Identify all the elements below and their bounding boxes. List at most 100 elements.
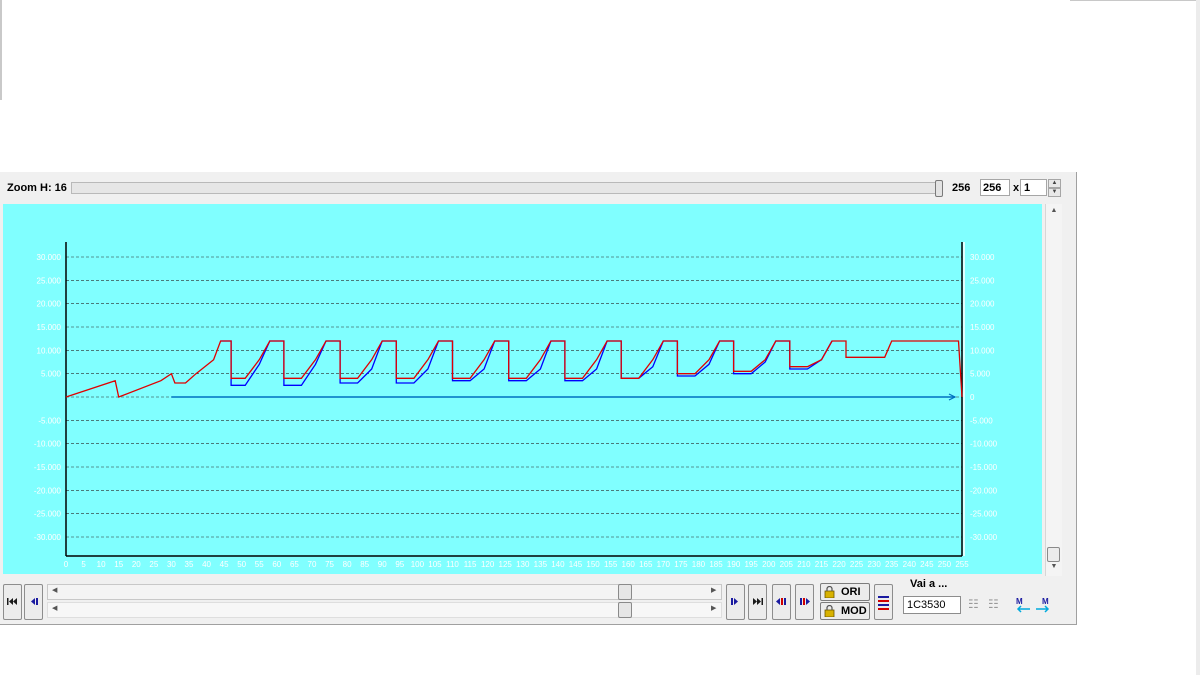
left-edge	[0, 0, 2, 100]
x-tick-label: 145	[569, 560, 583, 569]
x-tick-label: 110	[446, 560, 459, 569]
y-tick-label-right: 10.000	[970, 346, 995, 355]
scroll-up-icon[interactable]: ▲	[1046, 204, 1062, 218]
x-tick-label: 220	[832, 560, 846, 569]
address-scroll-thumb[interactable]	[618, 584, 632, 600]
x-tick-label: 0	[64, 560, 69, 569]
y-tick-label-left: -10.000	[34, 440, 62, 449]
x-tick-label: 5	[81, 560, 86, 569]
spin-up-icon[interactable]: ▲	[1048, 179, 1061, 188]
x-tick-label: 70	[308, 560, 317, 569]
x-tick-label: 100	[411, 560, 425, 569]
x-tick-label: 20	[132, 560, 141, 569]
zoom-label: Zoom H: 16	[7, 182, 67, 194]
x-tick-label: 130	[516, 560, 530, 569]
x-tick-label: 135	[534, 560, 548, 569]
y-tick-label-right: -25.000	[970, 510, 998, 519]
scroll-right-icon[interactable]: ▶	[711, 586, 716, 594]
marker-right-icon[interactable]: M	[1034, 596, 1052, 614]
y-tick-label-left: -30.000	[34, 533, 62, 542]
y-tick-label-left: -25.000	[34, 510, 62, 519]
address-scroll-thumb-2[interactable]	[618, 602, 632, 618]
step-back-icon	[31, 598, 38, 605]
first-button[interactable]	[3, 584, 22, 620]
goto-address-input[interactable]	[903, 596, 961, 614]
x-tick-label: 185	[709, 560, 723, 569]
x-tick-label: 10	[97, 560, 106, 569]
right-edge	[1196, 0, 1200, 675]
previous-difference-button[interactable]	[772, 584, 791, 620]
svg-text:M: M	[1042, 597, 1049, 606]
x-tick-label: 200	[762, 560, 776, 569]
x-tick-label: 140	[551, 560, 565, 569]
scroll-left-icon-2[interactable]: ◀	[52, 604, 57, 612]
swap-button[interactable]	[874, 584, 893, 620]
x-tick-label: 55	[255, 560, 264, 569]
x-tick-label: 195	[744, 560, 758, 569]
x-tick-label: 235	[885, 560, 899, 569]
y-tick-label-left: -20.000	[34, 486, 62, 495]
x-tick-label: 15	[114, 560, 123, 569]
x-tick-label: 225	[850, 560, 864, 569]
x-tick-label: 115	[464, 560, 477, 569]
next-button[interactable]	[726, 584, 745, 620]
y-tick-label-left: -15.000	[34, 463, 62, 472]
zoom-multiplier-spinner[interactable]: ▲ ▼	[1048, 179, 1061, 197]
zoom-multiplier-input[interactable]	[1020, 179, 1047, 196]
scroll-down-icon[interactable]: ▼	[1046, 560, 1062, 574]
navigation-bar: ◀ ▶ ◀ ▶ ORI MOD Vai a ... 1C3530 ☷ ☷ M M	[0, 574, 1076, 624]
x-tick-label: 230	[867, 560, 881, 569]
marker-left-icon[interactable]: M	[1014, 596, 1032, 614]
x-tick-label: 210	[797, 560, 811, 569]
scroll-left-icon[interactable]: ◀	[52, 586, 57, 594]
prev-diff-icon	[776, 598, 786, 605]
x-tick-label: 250	[938, 560, 952, 569]
empty-top-area	[0, 0, 1200, 172]
mod-button[interactable]: MOD	[820, 602, 870, 620]
y-tick-label-left: 10.000	[37, 346, 62, 355]
map-viewer-window: Zoom H: 16 256 x ▲ ▼ 30.000 30.000 25.000 2…	[0, 172, 1077, 625]
x-tick-label: 85	[360, 560, 369, 569]
chart-area[interactable]: 30.000 30.000 25.000 25.000 20.000 20.000 15.0…	[3, 204, 1042, 574]
top-right-rule	[1070, 0, 1200, 1]
series-line	[65, 340, 963, 398]
x-tick-label: 165	[639, 560, 653, 569]
chart-vertical-scrollbar[interactable]: ▲ ▼	[1045, 204, 1062, 576]
zoom-width-input[interactable]	[980, 179, 1010, 196]
line-chart[interactable]: 30.000 30.000 25.000 25.000 20.000 20.000 15.0…	[3, 204, 1042, 574]
skip-last-icon	[753, 598, 763, 605]
align-left-icon[interactable]: ☷	[968, 597, 979, 611]
zoom-slider-thumb[interactable]	[935, 180, 943, 197]
zoom-toolbar: Zoom H: 16 256 x ▲ ▼	[0, 172, 1076, 202]
previous-button[interactable]	[24, 584, 43, 620]
x-tick-label: 150	[586, 560, 600, 569]
y-tick-label-left: 20.000	[37, 300, 62, 309]
x-tick-label: 180	[692, 560, 706, 569]
goto-label: Vai a ...	[910, 578, 948, 590]
x-tick-label: 125	[499, 560, 513, 569]
x-tick-label: 105	[428, 560, 442, 569]
x-tick-label: 35	[185, 560, 194, 569]
align-right-icon[interactable]: ☷	[988, 597, 999, 611]
x-tick-label: 80	[343, 560, 352, 569]
zoom-value: 256	[952, 182, 971, 194]
x-tick-label: 240	[903, 560, 917, 569]
spin-down-icon[interactable]: ▼	[1048, 188, 1061, 197]
zoom-slider[interactable]	[71, 182, 943, 194]
next-difference-button[interactable]	[795, 584, 814, 620]
last-button[interactable]	[748, 584, 767, 620]
x-tick-label: 65	[290, 560, 299, 569]
y-tick-label-right: 15.000	[970, 323, 995, 332]
scroll-right-icon-2[interactable]: ▶	[711, 604, 716, 612]
x-tick-label: 120	[481, 560, 495, 569]
x-tick-label: 60	[272, 560, 281, 569]
y-tick-label-right: -30.000	[970, 533, 998, 542]
swap-icon	[878, 596, 889, 610]
x-tick-label: 205	[780, 560, 794, 569]
step-forward-icon	[731, 598, 738, 605]
x-tick-label: 45	[220, 560, 229, 569]
y-tick-label-right: 20.000	[970, 300, 995, 309]
ori-button[interactable]: ORI	[820, 583, 870, 601]
x-tick-label: 245	[920, 560, 934, 569]
y-tick-label-right: -5.000	[970, 416, 993, 425]
